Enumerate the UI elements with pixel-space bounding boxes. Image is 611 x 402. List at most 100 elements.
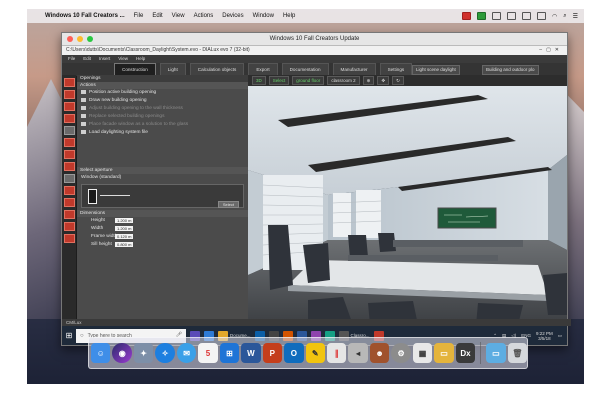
finder-icon[interactable]: ☺ [91, 343, 111, 363]
tool-storey-icon[interactable] [64, 90, 75, 99]
preview-icon[interactable]: ▦ [412, 343, 433, 363]
tool-room-icon[interactable] [64, 102, 75, 111]
mail-icon[interactable]: ✉ [176, 343, 197, 363]
tool-terrain-icon[interactable] [64, 198, 75, 207]
light-scene-select[interactable]: Light scene daylight [412, 65, 460, 75]
outlook-icon[interactable]: O [284, 343, 304, 363]
tool-opening-icon[interactable] [64, 126, 75, 135]
contacts-icon[interactable]: ◂ [348, 343, 368, 363]
photos-icon[interactable]: ☻ [369, 343, 390, 363]
launchpad-icon[interactable]: ✦ [133, 343, 154, 363]
status-app-icon[interactable] [461, 12, 471, 20]
3d-viewport[interactable]: 3D Select ground floor classroom 2 ⊕ ✥ ↻ [248, 75, 567, 325]
spotlight-icon[interactable]: ⌕ [563, 13, 566, 20]
windows-icon[interactable]: ⊞ [219, 343, 240, 363]
properties-panel: Openings Actions Position active buildin… [77, 75, 248, 325]
menu-actions[interactable]: Actions [194, 13, 214, 19]
parallels-icon[interactable]: ∥ [326, 343, 347, 363]
tool-object-icon[interactable] [64, 210, 75, 219]
calendar-icon[interactable]: 5 [198, 343, 218, 363]
menu-devices[interactable]: Devices [222, 13, 243, 19]
status-app-icon[interactable] [506, 12, 516, 20]
tool-material-icon[interactable] [64, 174, 75, 183]
tool-import-icon[interactable] [64, 234, 75, 243]
zoom-icon[interactable] [87, 36, 93, 42]
mac-dock: ☺ ◉ ✦ ✧ ✉ 5 ⊞ W P O ✎ ∥ ◂ ☻ ⚙ ▦ ▭ Dx ▭ 🗑… [88, 337, 528, 369]
aperture-preview: Select [81, 184, 244, 208]
action-label: Draw new building opening [89, 98, 147, 103]
status-app-icon[interactable] [521, 12, 531, 20]
safari-icon[interactable]: ✧ [155, 343, 175, 363]
menu-edit[interactable]: Edit [152, 13, 162, 19]
files-folder-icon[interactable]: ▭ [486, 343, 506, 363]
dimension-input[interactable]: 1.200 m [115, 226, 133, 231]
room-selector[interactable]: classroom 2 [327, 76, 360, 85]
close-icon[interactable] [67, 36, 73, 42]
settings-icon[interactable]: ⚙ [391, 343, 411, 363]
action-item[interactable]: Draw new building opening [77, 97, 248, 105]
storey-selector[interactable]: ground floor [292, 76, 325, 85]
window-controls[interactable]: –▢✕ [539, 46, 563, 55]
status-app-icon[interactable] [536, 12, 546, 20]
app-menu-name[interactable]: Windows 10 Fall Creators ... [45, 13, 125, 19]
action-item[interactable]: Load daylighting system file [77, 129, 248, 137]
zoom-icon[interactable]: ⊕ [362, 76, 375, 85]
tool-daylight-icon[interactable] [64, 222, 75, 231]
word-icon[interactable]: W [241, 343, 261, 363]
minimize-icon[interactable] [77, 36, 83, 42]
notifications-icon[interactable]: ▭ [558, 333, 562, 339]
action-item[interactable]: Position active building opening [77, 89, 248, 97]
dialux-icon[interactable]: Dx [455, 343, 476, 363]
clock[interactable]: 9:22 PM 3/5/18 [536, 331, 553, 341]
menu-help[interactable]: Help [136, 55, 145, 63]
status-bar: CM/Lux [62, 319, 571, 326]
menu-help[interactable]: Help [283, 13, 295, 19]
tool-roof-icon[interactable] [64, 138, 75, 147]
tool-stairs-icon[interactable] [64, 150, 75, 159]
menu-view[interactable]: View [172, 13, 185, 19]
menu-file[interactable]: File [134, 13, 144, 19]
powerpoint-icon[interactable]: P [262, 343, 283, 363]
wifi-icon[interactable]: ◠ [552, 13, 557, 20]
dimension-input[interactable]: 0.800 m [115, 242, 133, 247]
tool-wall-icon[interactable] [64, 114, 75, 123]
panel-spacer [77, 137, 248, 167]
view-3d-button[interactable]: 3D [252, 76, 266, 85]
tool-site-icon[interactable] [64, 186, 75, 195]
select-aperture-button[interactable]: Select [217, 201, 239, 208]
menu-file[interactable]: File [68, 55, 75, 63]
tool-building-icon[interactable] [64, 78, 75, 87]
action-label: Load daylighting system file [89, 130, 148, 135]
vm-window-titlebar[interactable]: Windows 10 Fall Creators Update [62, 33, 567, 46]
trash-icon[interactable]: 🗑︎ [507, 343, 528, 363]
menu-insert[interactable]: Insert [99, 55, 110, 63]
notes-icon[interactable]: ✎ [305, 343, 325, 363]
select-mode-button[interactable]: Select [268, 76, 290, 85]
windows-start-icon[interactable]: ⊞ [62, 326, 76, 345]
document-path: C:\Users\dutts\Documents\Classroom_Dayli… [66, 47, 250, 53]
section-dimensions[interactable]: Dimensions [77, 210, 248, 217]
rotate-icon[interactable]: ↻ [392, 76, 404, 85]
section-actions[interactable]: Actions [77, 82, 248, 89]
menu-edit[interactable]: Edit [83, 55, 91, 63]
menu-list-icon[interactable]: ☰ [573, 13, 578, 20]
status-app-icon[interactable] [476, 12, 486, 20]
pan-icon[interactable]: ✥ [377, 76, 390, 85]
dimension-input[interactable]: 0.120 m [115, 234, 133, 239]
traffic-lights [67, 36, 93, 42]
menubar-status-icons: ◠ ⌕ ☰ [461, 9, 578, 23]
building-select[interactable]: Building and outdoor plo [482, 65, 539, 75]
tool-furniture-icon[interactable] [64, 162, 75, 171]
folder-icon[interactable]: ▭ [434, 343, 454, 363]
menu-view[interactable]: View [118, 55, 128, 63]
status-app-icon[interactable] [491, 12, 501, 20]
action-label: Place facade window as a solution to the… [89, 122, 189, 127]
section-select-aperture[interactable]: Select aperture [77, 167, 248, 174]
dock-separator [480, 342, 482, 364]
dimension-label: Height [91, 218, 105, 223]
vm-window-title: Windows 10 Fall Creators Update [269, 36, 360, 42]
menu-window[interactable]: Window [253, 13, 274, 19]
dimension-input[interactable]: 1.200 m [115, 218, 133, 223]
siri-icon[interactable]: ◉ [112, 343, 132, 363]
chalkboard [437, 207, 497, 229]
